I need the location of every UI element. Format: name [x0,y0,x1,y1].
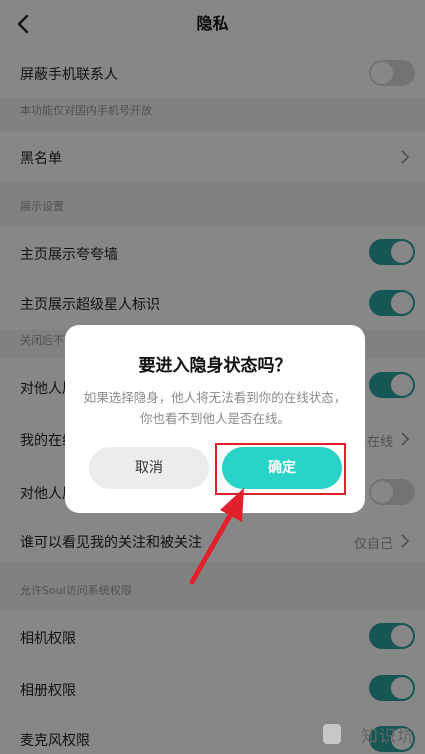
dialog-message: 如果选择隐身，他人将无法看到你的在线状态，你也看不到他人是否在线。 [83,390,347,426]
watermark-logo-icon [323,724,341,744]
watermark: 知识坑 [361,727,415,747]
annotation-arrow-icon [189,488,244,585]
dialog-title: 要进入隐身状态吗？ [138,356,292,376]
privacy-settings-screen: 隐私 屏蔽手机联系人 本功能仅对国内手机号开放 黑名单 展示设置 主页展示夸夸墙… [0,0,425,754]
